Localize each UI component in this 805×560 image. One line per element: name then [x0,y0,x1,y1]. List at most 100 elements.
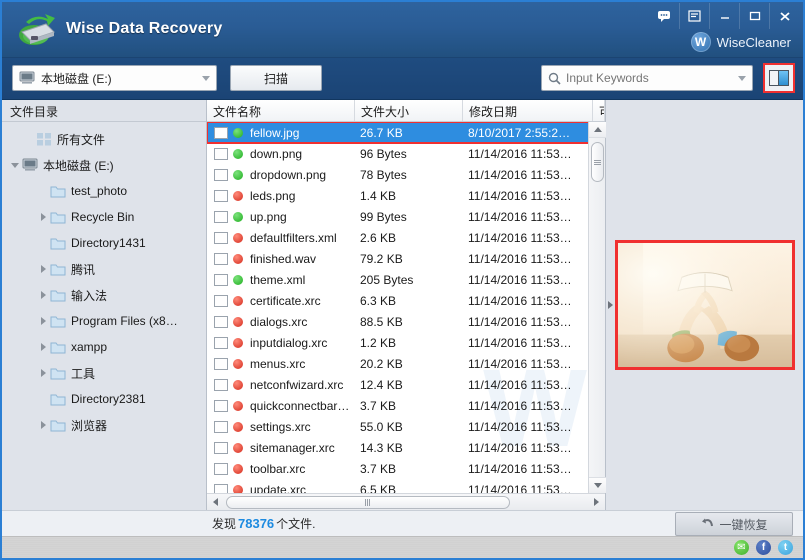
facebook-icon[interactable]: f [756,540,771,555]
row-checkbox[interactable] [214,442,228,454]
row-checkbox[interactable] [214,316,228,328]
sidebar-item[interactable]: 工具 [2,360,206,386]
sidebar-item[interactable]: Program Files (x8… [2,308,206,334]
search-input[interactable] [566,71,734,85]
maximize-icon[interactable] [739,3,769,29]
twitter-icon[interactable]: t [778,540,793,555]
sidebar-item[interactable]: 浏览器 [2,412,206,438]
chevron-right-icon[interactable] [36,360,50,386]
brand-wisecleaner[interactable]: W WiseCleaner [691,32,791,52]
row-checkbox[interactable] [214,400,228,412]
column-header-recoverability[interactable]: 可… [593,100,605,121]
scroll-left-button[interactable] [207,494,224,510]
sidebar-item[interactable]: 输入法 [2,282,206,308]
sidebar-item[interactable]: Directory2381 [2,386,206,412]
preview-pane-toggle-icon [769,70,789,86]
preview-pane [605,100,803,510]
sidebar-item[interactable]: Recycle Bin [2,204,206,230]
row-checkbox[interactable] [214,253,228,265]
scroll-down-button[interactable] [589,477,606,493]
row-checkbox[interactable] [214,379,228,391]
table-row[interactable]: update.xrc6.5 KB11/14/2016 11:53…无 [207,479,605,493]
row-checkbox[interactable] [214,148,228,160]
column-header-date[interactable]: 修改日期 [463,100,593,121]
vertical-scrollbar[interactable] [588,122,605,493]
row-checkbox[interactable] [214,232,228,244]
scroll-right-button[interactable] [588,494,605,510]
minimize-icon[interactable] [709,3,739,29]
row-checkbox[interactable] [214,169,228,181]
row-checkbox[interactable] [214,211,228,223]
row-checkbox[interactable] [214,421,228,433]
sidebar-item[interactable]: xampp [2,334,206,360]
column-header-size[interactable]: 文件大小 [355,100,463,121]
sidebar-item[interactable]: 所有文件 [2,126,206,152]
scrollbar-grip-icon [594,159,601,166]
cell-file-name: quickconnectbar… [250,399,360,413]
table-row[interactable]: quickconnectbar…3.7 KB11/14/2016 11:53…无 [207,395,605,416]
table-row[interactable]: netconfwizard.xrc12.4 KB11/14/2016 11:53… [207,374,605,395]
table-row[interactable]: inputdialog.xrc1.2 KB11/14/2016 11:53…无 [207,332,605,353]
row-checkbox[interactable] [214,463,228,475]
chevron-right-icon[interactable] [36,282,50,308]
close-icon[interactable] [769,3,799,29]
table-row[interactable]: fellow.jpg26.7 KB8/10/2017 2:55:2…良 [207,122,605,143]
row-checkbox[interactable] [214,358,228,370]
cell-file-size: 78 Bytes [360,168,468,182]
chevron-down-icon[interactable] [8,152,22,178]
sidebar-item-label: Directory2381 [71,392,146,406]
row-checkbox[interactable] [214,127,228,139]
row-checkbox[interactable] [214,190,228,202]
status-bad-icon [233,359,243,369]
directory-tree: 所有文件本地磁盘 (E:)test_photoRecycle Bin Direct… [2,122,206,510]
vertical-scrollbar-thumb[interactable] [591,142,604,182]
chevron-right-icon[interactable] [36,412,50,438]
scroll-up-button[interactable] [589,122,606,138]
chevron-right-icon[interactable] [36,204,50,230]
search-box[interactable] [541,65,753,91]
folder-icon [50,210,66,224]
row-checkbox[interactable] [214,274,228,286]
sidebar-item-label: 浏览器 [71,417,107,434]
table-row[interactable]: finished.wav79.2 KB11/14/2016 11:53…无 [207,248,605,269]
row-checkbox[interactable] [214,484,228,494]
chevron-right-icon[interactable] [36,308,50,334]
drive-select[interactable]: 本地磁盘 (E:) [12,65,217,91]
table-row[interactable]: defaultfilters.xml2.6 KB11/14/2016 11:53… [207,227,605,248]
table-row[interactable]: leds.png1.4 KB11/14/2016 11:53…无 [207,185,605,206]
preview-pane-toggle[interactable] [763,63,795,93]
horizontal-scrollbar-track[interactable] [224,495,588,510]
status-bar: ✉ f t [2,536,803,558]
table-row[interactable]: down.png96 Bytes11/14/2016 11:53…良 [207,143,605,164]
sidebar-item[interactable]: 腾讯 [2,256,206,282]
feedback-icon[interactable] [649,3,679,29]
email-icon[interactable]: ✉ [734,540,749,555]
column-header-name[interactable]: 文件名称 [207,100,355,121]
horizontal-scrollbar[interactable] [207,493,605,510]
table-row[interactable]: settings.xrc55.0 KB11/14/2016 11:53…无 [207,416,605,437]
table-row[interactable]: certificate.xrc6.3 KB11/14/2016 11:53…无 [207,290,605,311]
sidebar-item-label: Directory1431 [71,236,146,250]
menu-icon[interactable] [679,3,709,29]
chevron-right-icon[interactable] [36,334,50,360]
table-row[interactable]: dropdown.png78 Bytes11/14/2016 11:53…良 [207,164,605,185]
sidebar-item[interactable]: Directory1431 [2,230,206,256]
table-row[interactable]: up.png99 Bytes11/14/2016 11:53…良 [207,206,605,227]
row-checkbox[interactable] [214,295,228,307]
image-preview[interactable] [615,240,795,370]
cell-file-name: theme.xml [250,273,360,287]
cell-file-name: toolbar.xrc [250,462,360,476]
one-click-recover-button[interactable]: 一键恢复 [675,512,793,536]
table-row[interactable]: toolbar.xrc3.7 KB11/14/2016 11:53…无 [207,458,605,479]
table-row[interactable]: dialogs.xrc88.5 KB11/14/2016 11:53…无 [207,311,605,332]
row-checkbox[interactable] [214,337,228,349]
horizontal-scrollbar-thumb[interactable] [226,496,510,509]
chevron-right-icon[interactable] [36,256,50,282]
sidebar-item[interactable]: 本地磁盘 (E:) [2,152,206,178]
sidebar-item[interactable]: test_photo [2,178,206,204]
table-row[interactable]: menus.xrc20.2 KB11/14/2016 11:53…无 [207,353,605,374]
scan-button[interactable]: 扫描 [230,65,322,91]
table-row[interactable]: sitemanager.xrc14.3 KB11/14/2016 11:53…无 [207,437,605,458]
table-row[interactable]: theme.xml205 Bytes11/14/2016 11:53…良 [207,269,605,290]
search-chevron-down-icon[interactable] [738,76,746,81]
